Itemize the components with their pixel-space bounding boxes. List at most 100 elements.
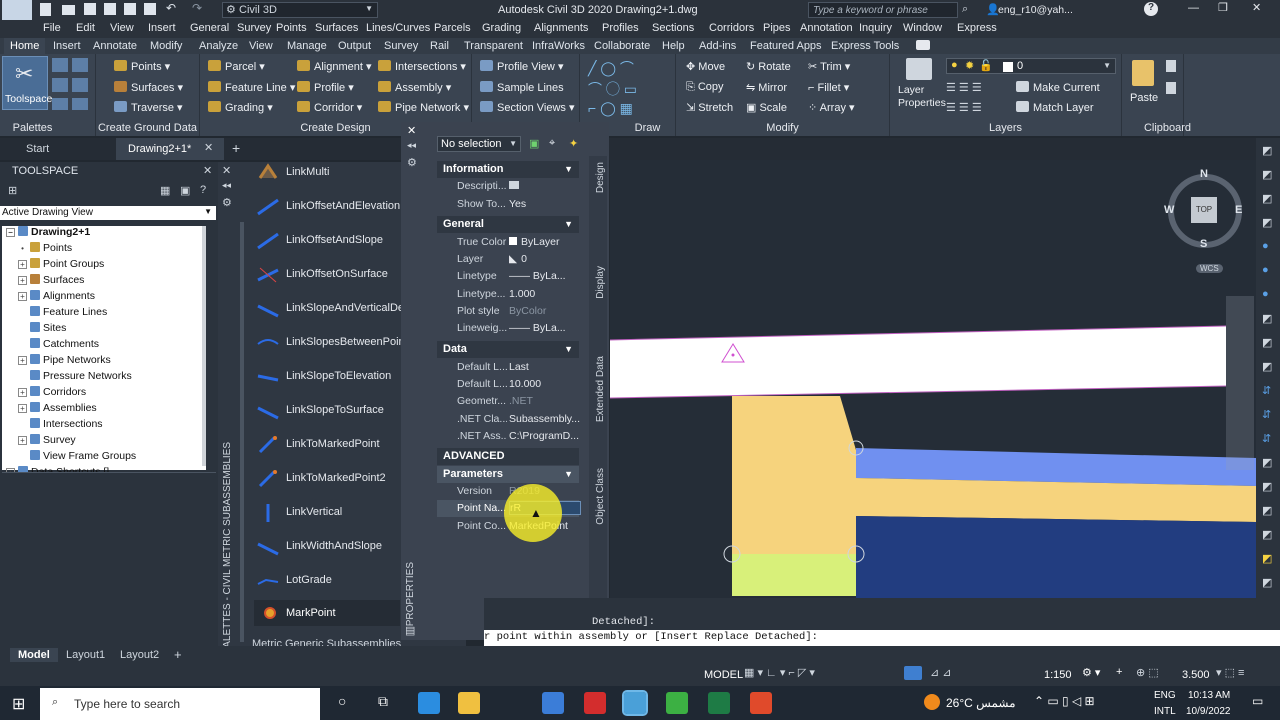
menu-window[interactable]: Window bbox=[903, 22, 942, 34]
ribbon-toggle-icon[interactable] bbox=[916, 40, 930, 50]
tab-modify[interactable]: Modify bbox=[144, 38, 188, 54]
wcs-menu[interactable]: WCS bbox=[1196, 264, 1223, 273]
properties-gear-icon[interactable]: ⚙ bbox=[407, 156, 417, 169]
menu-annotation[interactable]: Annotation bbox=[800, 22, 853, 34]
tool-icon[interactable]: ◩ bbox=[1262, 528, 1272, 541]
toolbox-icon[interactable] bbox=[72, 78, 88, 92]
app-green-icon[interactable] bbox=[666, 692, 688, 714]
tree-item-corridors[interactable]: + Corridors bbox=[18, 386, 86, 398]
close-icon[interactable]: ✕ bbox=[222, 164, 231, 177]
sample-lines-button[interactable]: Sample Lines bbox=[480, 81, 564, 94]
vtab-design[interactable]: Design bbox=[595, 162, 606, 193]
ground-group-label[interactable]: Create Ground Data bbox=[96, 122, 199, 134]
view-selector[interactable]: Active Drawing View ▼ bbox=[0, 206, 216, 220]
notification-icon[interactable]: ▭ bbox=[1252, 694, 1263, 708]
copy-button[interactable]: ⎘ Copy bbox=[686, 81, 724, 94]
tool-icon[interactable]: ◩ bbox=[1262, 216, 1272, 229]
menu-pipes[interactable]: Pipes bbox=[763, 22, 791, 34]
annotation-icon[interactable]: ⊿ ⊿ bbox=[930, 666, 952, 679]
section-data[interactable]: Data ▼ bbox=[437, 341, 579, 358]
new-tab-icon[interactable]: + bbox=[232, 140, 240, 156]
tab-transparent[interactable]: Transparent bbox=[458, 38, 529, 54]
plus-icon[interactable]: + bbox=[1116, 666, 1122, 678]
language-2[interactable]: INTL bbox=[1154, 706, 1176, 717]
menu-sections[interactable]: Sections bbox=[652, 22, 694, 34]
tool-icon[interactable]: ◩ bbox=[1262, 480, 1272, 493]
tool-icon[interactable]: ◩ bbox=[1262, 336, 1272, 349]
layer-dropdown[interactable]: ● ✹ 🔓 0 ▼ bbox=[946, 58, 1116, 74]
windows-start-icon[interactable]: ⊞ bbox=[12, 694, 25, 714]
restore-icon[interactable]: ❐ bbox=[1218, 1, 1228, 14]
intersections-button[interactable]: Intersections ▾ bbox=[378, 60, 466, 73]
section-general[interactable]: General ▼ bbox=[437, 216, 579, 233]
clipboard-group-label[interactable]: Clipboard bbox=[1122, 122, 1213, 134]
drawing-tab[interactable]: Drawing2+1* ✕ bbox=[116, 138, 224, 160]
tab-help[interactable]: Help bbox=[656, 38, 691, 54]
tab-featured-apps[interactable]: Featured Apps bbox=[744, 38, 828, 54]
navigation-bar[interactable] bbox=[1226, 296, 1254, 470]
expand-icon[interactable]: + bbox=[18, 436, 27, 445]
minimize-icon[interactable]: — bbox=[1188, 2, 1199, 14]
customize-icon[interactable]: ▾ ⬚ ≡ bbox=[1216, 666, 1244, 679]
modify-group-label[interactable]: Modify bbox=[676, 122, 889, 134]
globe-icon[interactable]: ● bbox=[1262, 240, 1269, 252]
pipe-network-button[interactable]: Pipe Network ▾ bbox=[378, 101, 469, 114]
close-icon[interactable]: ✕ bbox=[407, 124, 416, 137]
section-information[interactable]: Information ▼ bbox=[437, 161, 579, 178]
section-advanced[interactable]: ADVANCED bbox=[437, 448, 579, 465]
compass-n[interactable]: N bbox=[1200, 168, 1208, 180]
move-button[interactable]: ✥ Move bbox=[686, 60, 725, 73]
tool-icon[interactable]: ◩ bbox=[1262, 192, 1272, 205]
tab-insert[interactable]: Insert bbox=[47, 38, 87, 54]
cortana-icon[interactable]: ○ bbox=[338, 693, 346, 709]
tab-survey[interactable]: Survey bbox=[378, 38, 424, 54]
compass-w[interactable]: W bbox=[1164, 204, 1174, 216]
corridor-button[interactable]: Corridor ▾ bbox=[297, 101, 362, 114]
prop-row[interactable]: Linetype —— ByLa... bbox=[437, 268, 579, 285]
tree-item-surfaces[interactable]: + Surfaces bbox=[18, 274, 84, 286]
expand-icon[interactable]: + bbox=[18, 292, 27, 301]
tree-item-pressure-networks[interactable]: Pressure Networks bbox=[18, 370, 132, 382]
autohide-icon[interactable]: ◂◂ bbox=[222, 180, 231, 191]
globe-icon[interactable]: ● bbox=[1262, 264, 1269, 276]
expand-icon[interactable]: + bbox=[18, 404, 27, 413]
prop-row[interactable]: .NET Cla... Subassembly... bbox=[437, 411, 580, 428]
undo-icon[interactable]: ↶ bbox=[166, 1, 176, 15]
parcel-button[interactable]: Parcel ▾ bbox=[208, 60, 265, 73]
tree-item-assemblies[interactable]: + Assemblies bbox=[18, 402, 97, 414]
language-1[interactable]: ENG bbox=[1154, 690, 1176, 701]
settings-icon[interactable] bbox=[72, 58, 88, 72]
match-layer-button[interactable]: Match Layer bbox=[1016, 101, 1094, 114]
workspace-selector[interactable]: ⚙ Civil 3D ▼ bbox=[222, 2, 378, 18]
vtab-object-class[interactable]: Object Class bbox=[595, 468, 606, 525]
tree-item-sites[interactable]: Sites bbox=[18, 322, 66, 334]
tree-root[interactable]: − Drawing2+1 bbox=[6, 226, 90, 238]
mirror-button[interactable]: ⇋ Mirror bbox=[746, 81, 787, 94]
prop-row[interactable]: Geometr... .NET bbox=[437, 393, 579, 410]
layout2-tab[interactable]: Layout2 bbox=[120, 649, 159, 661]
task-view-icon[interactable]: ⧉ bbox=[378, 693, 388, 710]
collapse-icon[interactable]: − bbox=[6, 228, 15, 237]
vtab-extended-data[interactable]: Extended Data bbox=[595, 356, 606, 422]
expand-icon[interactable]: + bbox=[18, 388, 27, 397]
help-icon[interactable]: ? bbox=[1144, 2, 1158, 16]
tool-icon[interactable]: ◩ bbox=[1262, 168, 1272, 181]
command-input[interactable]: r point within assembly or [Insert Repla… bbox=[484, 630, 1280, 646]
properties-icon[interactable] bbox=[52, 98, 68, 110]
tab-analyze[interactable]: Analyze bbox=[193, 38, 244, 54]
weather-text[interactable]: 26°C مشمس bbox=[946, 696, 1016, 710]
grid-icon[interactable]: ▦ ▾ ∟ ▾ ⌐ ◸ ▾ bbox=[744, 666, 815, 679]
layers-group-label[interactable]: Layers bbox=[890, 122, 1121, 134]
model-tab[interactable]: Model bbox=[10, 648, 58, 662]
menu-points[interactable]: Points bbox=[276, 22, 307, 34]
hatch-icon[interactable]: ⌐ ◯ ▦ bbox=[588, 100, 633, 117]
workspace-gear-icon[interactable]: ⚙ ▾ bbox=[1082, 666, 1100, 679]
tool-icon[interactable]: ◩ bbox=[1262, 456, 1272, 469]
prop-row[interactable]: .NET Ass... C:\ProgramD... bbox=[437, 428, 579, 445]
start-tab[interactable]: Start bbox=[26, 143, 49, 155]
selection-dropdown[interactable]: No selection ▼ bbox=[437, 136, 521, 152]
tool-icon[interactable]: ◩ bbox=[1262, 360, 1272, 373]
fillet-button[interactable]: ⌐ Fillet ▾ bbox=[808, 81, 849, 94]
tree-item-point-groups[interactable]: + Point Groups bbox=[18, 258, 104, 270]
acrobat-icon[interactable] bbox=[584, 692, 606, 714]
